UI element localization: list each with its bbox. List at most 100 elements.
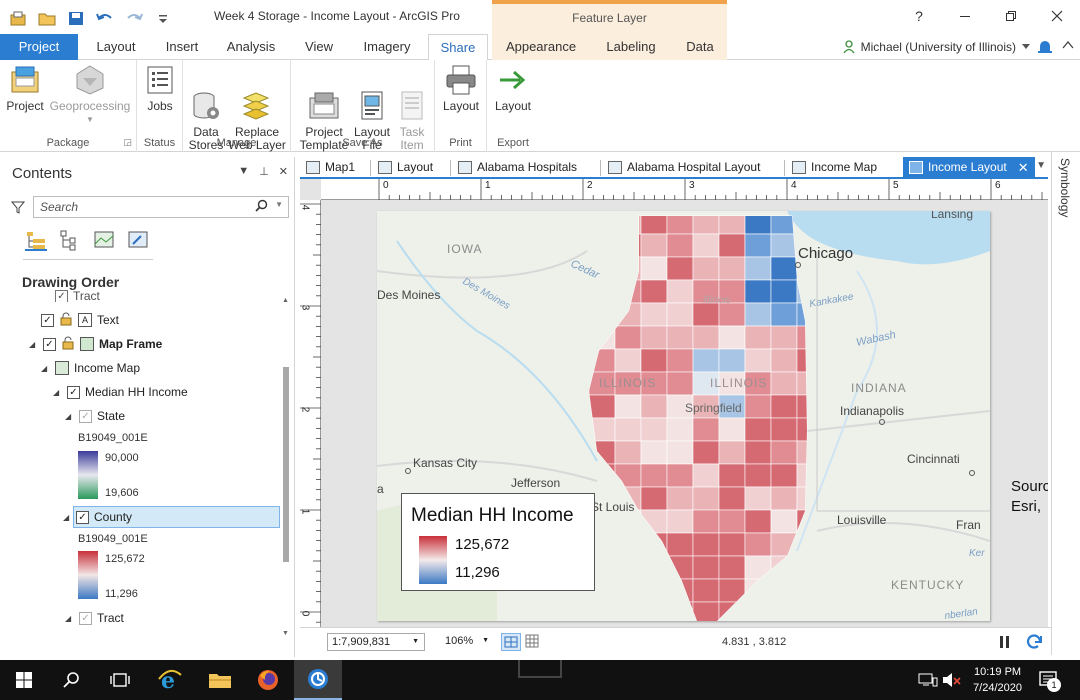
state-color-ramp[interactable]: [78, 451, 98, 499]
toc-row-tract-partial[interactable]: ✓ Tract: [55, 290, 100, 302]
map-legend[interactable]: Median HH Income 125,672 11,296: [401, 493, 595, 591]
scroll-down-icon[interactable]: ▼: [282, 630, 289, 637]
refresh-icon[interactable]: [1025, 633, 1043, 654]
package-project-button[interactable]: Project: [0, 64, 54, 113]
save-icon[interactable]: [66, 9, 86, 26]
tab-appearance[interactable]: Appearance: [498, 34, 584, 60]
notification-bell-icon[interactable]: [1036, 39, 1054, 55]
snapping-toggle-icon[interactable]: [501, 633, 521, 651]
tab-alabama-hospital-layout[interactable]: Alabama Hospital Layout: [602, 157, 766, 178]
tab-income-map[interactable]: Income Map: [786, 157, 883, 178]
scale-selector[interactable]: 1:7,909,831 ▼: [327, 633, 425, 651]
volume-muted-icon[interactable]: [942, 672, 962, 691]
pane-menu-icon[interactable]: ▼: [238, 165, 249, 178]
contents-scrollbar[interactable]: ▲ ▼: [282, 297, 290, 637]
redo-icon[interactable]: [124, 9, 144, 26]
firefox-icon[interactable]: [244, 660, 292, 700]
minimize-button[interactable]: [942, 0, 988, 32]
package-geoprocessing-button[interactable]: Geoprocessing ▼: [48, 64, 132, 126]
tab-project[interactable]: Project: [0, 34, 78, 60]
toc-row-income-map[interactable]: ◢ Income Map: [41, 357, 140, 379]
list-by-source-icon[interactable]: [59, 229, 81, 251]
restore-button[interactable]: [988, 0, 1034, 32]
network-icon[interactable]: [918, 672, 938, 691]
vertical-ruler[interactable]: 4 3 2 1 0: [300, 200, 321, 627]
pause-drawing-icon[interactable]: [998, 635, 1012, 652]
tab-labeling[interactable]: Labeling: [596, 34, 666, 60]
expand-collapse-icon[interactable]: ◢: [53, 388, 62, 397]
lock-icon[interactable]: [59, 312, 73, 329]
scroll-up-icon[interactable]: ▲: [282, 297, 289, 304]
undo-icon[interactable]: [95, 9, 115, 26]
checkbox-state[interactable]: ✓: [79, 409, 92, 423]
symbology-tab[interactable]: Symbology: [1058, 158, 1072, 217]
symbology-pane-rail[interactable]: Symbology: [1051, 152, 1080, 655]
action-center-icon[interactable]: 1: [1038, 670, 1061, 693]
search-icon[interactable]: [255, 199, 268, 215]
export-layout-button[interactable]: Layout: [484, 64, 542, 113]
horizontal-ruler[interactable]: 0 1 2 3 4 5 6: [321, 179, 1048, 200]
print-layout-button[interactable]: Layout: [432, 64, 490, 113]
expand-collapse-icon[interactable]: ◢: [41, 364, 50, 373]
tab-map1[interactable]: Map1: [300, 157, 361, 178]
toc-row-county[interactable]: ✓ County: [73, 506, 280, 528]
toc-row-state[interactable]: ◢ ✓ State: [65, 405, 125, 427]
tab-layout-view[interactable]: Layout: [372, 157, 439, 178]
tab-data[interactable]: Data: [676, 34, 724, 60]
grid-toggle-icon[interactable]: [524, 633, 542, 651]
layout-page[interactable]: Lansing IOWA Cedar Chicago Des Moines De…: [377, 211, 990, 621]
tab-alabama-hospitals[interactable]: Alabama Hospitals: [452, 157, 583, 178]
toc-row-map-frame[interactable]: ◢ ✓ Map Frame: [29, 333, 162, 355]
search-taskbar-icon[interactable]: [48, 660, 96, 700]
expand-collapse-icon[interactable]: ◢: [63, 513, 72, 522]
help-button[interactable]: ?: [896, 0, 942, 32]
tab-share[interactable]: Share: [428, 34, 488, 61]
pane-close-icon[interactable]: ✕: [279, 165, 288, 178]
lock-icon[interactable]: [61, 336, 75, 353]
list-by-drawing-order-icon[interactable]: [25, 229, 47, 251]
toc-row-tract[interactable]: ◢ ✓ Tract: [65, 607, 124, 629]
open-project-icon[interactable]: [37, 9, 57, 26]
toc-row-text[interactable]: ✓ A Text: [41, 309, 119, 331]
checkbox-map-frame[interactable]: ✓: [43, 337, 56, 351]
close-button[interactable]: [1034, 0, 1080, 32]
zoom-selector[interactable]: 106% ▼: [437, 633, 495, 651]
file-explorer-icon[interactable]: [196, 660, 244, 700]
tab-close-icon[interactable]: ✕: [1018, 157, 1029, 178]
checkbox-text[interactable]: ✓: [41, 313, 54, 327]
expand-collapse-icon[interactable]: ◢: [29, 340, 38, 349]
list-by-editing-icon[interactable]: [127, 229, 149, 251]
start-button[interactable]: [0, 660, 48, 700]
source-text-element[interactable]: Sourc Esri,: [1011, 477, 1048, 517]
contents-search-input[interactable]: Search ▼: [33, 196, 289, 218]
customize-toolbar-icon[interactable]: [153, 9, 173, 26]
expand-collapse-icon[interactable]: ◢: [65, 412, 74, 421]
tab-layout[interactable]: Layout: [84, 34, 148, 60]
tab-imagery[interactable]: Imagery: [354, 34, 420, 60]
expand-collapse-icon[interactable]: ◢: [65, 614, 74, 623]
tab-insert[interactable]: Insert: [152, 34, 212, 60]
tab-overflow-icon[interactable]: ▼: [1036, 160, 1046, 171]
user-account[interactable]: Michael (University of Illinois): [843, 39, 1054, 55]
checkbox-tract[interactable]: ✓: [79, 611, 92, 625]
layout-view[interactable]: 0 1 2 3 4 5 6 4 3 2 1 0 Lansing IOWA Ced…: [300, 179, 1048, 627]
new-project-icon[interactable]: [8, 9, 28, 26]
checkbox-median-hh-income[interactable]: ✓: [67, 385, 80, 399]
tab-income-layout[interactable]: Income Layout ✕: [903, 157, 1035, 178]
tab-view[interactable]: View: [292, 34, 346, 60]
system-clock[interactable]: 10:19 PM 7/24/2020: [973, 664, 1022, 696]
toc-row-median-hh-income[interactable]: ◢ ✓ Median HH Income: [53, 381, 188, 403]
checkbox-county[interactable]: ✓: [76, 510, 89, 524]
filter-icon[interactable]: [10, 200, 26, 217]
internet-explorer-icon[interactable]: e: [146, 660, 194, 700]
task-view-icon[interactable]: [96, 660, 144, 700]
arcgis-pro-taskbar-icon[interactable]: [294, 660, 342, 700]
pin-icon[interactable]: ⊥: [259, 165, 269, 178]
list-by-selection-icon[interactable]: [93, 229, 115, 251]
checkbox[interactable]: ✓: [55, 290, 68, 302]
county-color-ramp[interactable]: [78, 551, 98, 599]
collapse-ribbon-icon[interactable]: [1062, 39, 1074, 54]
tab-analysis[interactable]: Analysis: [218, 34, 284, 60]
scroll-thumb[interactable]: [283, 367, 289, 562]
search-options-icon[interactable]: ▼: [275, 200, 283, 209]
